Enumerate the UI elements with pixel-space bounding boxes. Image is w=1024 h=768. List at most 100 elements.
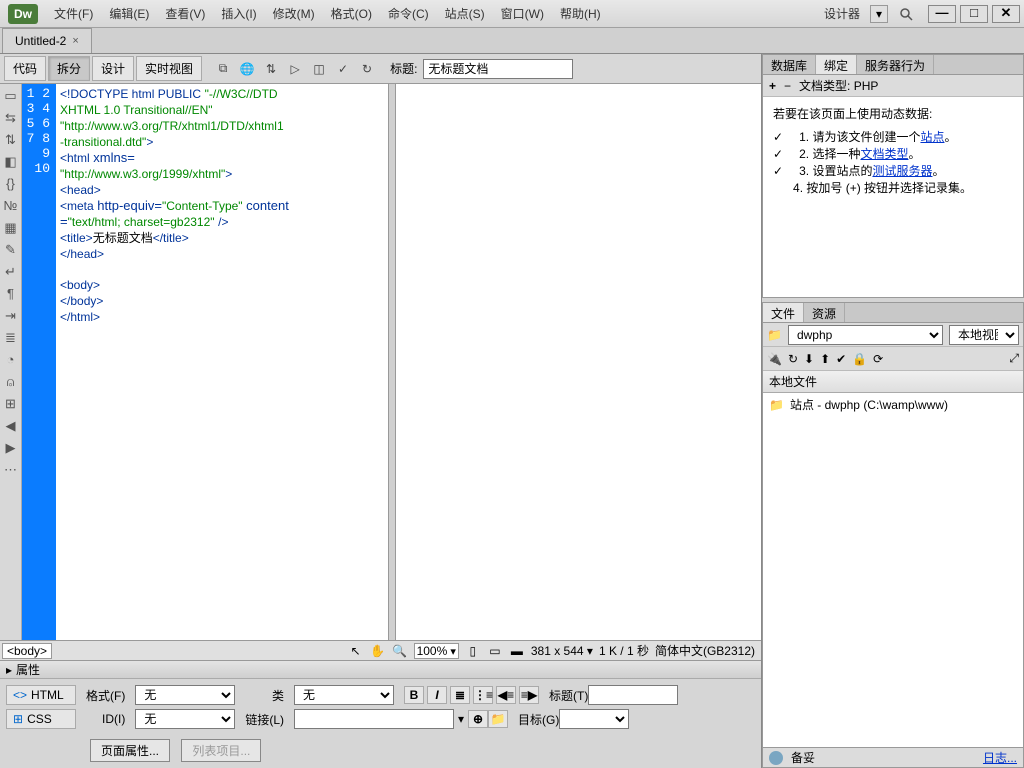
- get-files-icon[interactable]: ⬇: [804, 352, 814, 366]
- design-view-button[interactable]: 设计: [92, 56, 134, 81]
- close-tab-icon[interactable]: ×: [72, 35, 78, 47]
- target-select[interactable]: [559, 709, 629, 729]
- title-attr-input[interactable]: [588, 685, 678, 705]
- hidden-chars-icon[interactable]: ¶: [3, 286, 19, 302]
- line-numbers-icon[interactable]: №: [3, 198, 19, 214]
- testserver-link[interactable]: 测试服务器: [872, 164, 932, 178]
- put-files-icon[interactable]: ⬆: [820, 352, 830, 366]
- indent-left-icon[interactable]: ◀: [3, 418, 19, 434]
- ol-button[interactable]: ⋮≡: [473, 686, 493, 704]
- class-select[interactable]: 无: [294, 685, 394, 705]
- design-pane[interactable]: [396, 84, 762, 640]
- menu-insert[interactable]: 插入(I): [213, 5, 264, 22]
- html-mode-button[interactable]: <>HTML: [6, 685, 76, 705]
- comment-icon[interactable]: ⍝: [3, 374, 19, 390]
- outdent-button[interactable]: ◀≡: [496, 686, 516, 704]
- collapse-icon[interactable]: ⇆: [3, 110, 19, 126]
- browse-folder-icon[interactable]: 📁: [488, 710, 508, 728]
- open-doc-icon[interactable]: ▭: [3, 88, 19, 104]
- close-button[interactable]: ✕: [992, 5, 1020, 23]
- sync-icon[interactable]: ⟳: [873, 352, 883, 366]
- tablet-preview-icon[interactable]: ▭: [487, 644, 503, 658]
- id-select[interactable]: 无: [135, 709, 235, 729]
- zoom-select[interactable]: 100% ▾: [414, 643, 459, 659]
- auto-indent-icon[interactable]: ⇥: [3, 308, 19, 324]
- italic-button[interactable]: I: [427, 686, 447, 704]
- format-icon[interactable]: ⊞: [3, 396, 19, 412]
- site-root-row[interactable]: 📁 站点 - dwphp (C:\wamp\www): [763, 393, 1023, 416]
- layout-designer-label[interactable]: 设计器: [814, 5, 870, 22]
- tab-bindings[interactable]: 绑定: [816, 55, 857, 74]
- bold-button[interactable]: B: [404, 686, 424, 704]
- zoom-tool-icon[interactable]: 🔍: [392, 644, 408, 658]
- code-content[interactable]: <!DOCTYPE html PUBLIC "-//W3C//DTD XHTML…: [56, 84, 388, 640]
- snippet-icon[interactable]: ≣: [3, 330, 19, 346]
- ul-button[interactable]: ≣: [450, 686, 470, 704]
- layout-dropdown-icon[interactable]: ▾: [870, 5, 888, 23]
- file-list-header[interactable]: 本地文件: [763, 371, 1023, 393]
- inspect-icon[interactable]: ⧉: [212, 59, 234, 79]
- tab-files[interactable]: 文件: [763, 303, 804, 322]
- menu-file[interactable]: 文件(F): [46, 5, 101, 22]
- hand-icon[interactable]: ✋: [370, 644, 386, 658]
- menu-window[interactable]: 窗口(W): [493, 5, 552, 22]
- refresh-files-icon[interactable]: ↻: [788, 352, 798, 366]
- menu-modify[interactable]: 修改(M): [265, 5, 323, 22]
- css-mode-button[interactable]: ⊞CSS: [6, 709, 76, 729]
- tab-database[interactable]: 数据库: [763, 55, 816, 74]
- format-select[interactable]: 无: [135, 685, 235, 705]
- menu-view[interactable]: 查看(V): [157, 5, 213, 22]
- validate-icon[interactable]: ✓: [332, 59, 354, 79]
- tag-selector[interactable]: <body>: [2, 643, 52, 659]
- file-manage-icon[interactable]: ⇅: [260, 59, 282, 79]
- refresh2-icon[interactable]: ↻: [356, 59, 378, 79]
- search-icon[interactable]: [894, 4, 918, 24]
- word-wrap-icon[interactable]: ↵: [3, 264, 19, 280]
- site-link[interactable]: 站点: [920, 130, 944, 144]
- indent-button[interactable]: ≡▶: [519, 686, 539, 704]
- link-input[interactable]: [294, 709, 454, 729]
- doctype-link[interactable]: 文档类型: [860, 147, 908, 161]
- highlight-icon[interactable]: ▦: [3, 220, 19, 236]
- expand-icon[interactable]: ⇅: [3, 132, 19, 148]
- browser-preview-icon[interactable]: 🌐: [236, 59, 258, 79]
- file-list[interactable]: 本地文件 📁 站点 - dwphp (C:\wamp\www): [763, 371, 1023, 747]
- split-divider[interactable]: [388, 84, 396, 640]
- menu-edit[interactable]: 编辑(E): [101, 5, 157, 22]
- balance-icon[interactable]: {}: [3, 176, 19, 192]
- code-editor[interactable]: 1 2 3 4 5 6 7 8 9 10 <!DOCTYPE html PUBL…: [22, 84, 388, 640]
- maximize-button[interactable]: □: [960, 5, 988, 23]
- options-icon[interactable]: ◫: [308, 59, 330, 79]
- checkout-icon[interactable]: ✔: [836, 352, 846, 366]
- live-view-button[interactable]: 实时视图: [136, 56, 202, 81]
- document-tab[interactable]: Untitled-2 ×: [2, 28, 92, 53]
- menu-site[interactable]: 站点(S): [437, 5, 493, 22]
- expand-files-icon[interactable]: ⤢: [1009, 351, 1019, 366]
- select-parent-icon[interactable]: ◧: [3, 154, 19, 170]
- more-icon[interactable]: ⋯: [3, 462, 19, 478]
- page-properties-button[interactable]: 页面属性...: [90, 739, 170, 762]
- connect-icon[interactable]: 🔌: [767, 352, 782, 366]
- log-link[interactable]: 日志...: [983, 749, 1017, 766]
- split-view-button[interactable]: 拆分: [48, 56, 90, 81]
- desktop-preview-icon[interactable]: ▬: [509, 644, 525, 658]
- minimize-button[interactable]: —: [928, 5, 956, 23]
- tab-server-behaviors[interactable]: 服务器行为: [857, 55, 934, 74]
- properties-header[interactable]: ▸属性: [0, 661, 761, 679]
- code-view-button[interactable]: 代码: [4, 56, 46, 81]
- list-items-button[interactable]: 列表项目...: [181, 739, 261, 762]
- recent-icon[interactable]: ◔: [3, 352, 19, 368]
- checkin-icon[interactable]: 🔒: [852, 352, 867, 366]
- refresh-icon[interactable]: ▷: [284, 59, 306, 79]
- add-binding-button[interactable]: +: [769, 79, 776, 93]
- remove-binding-button[interactable]: −: [784, 79, 791, 93]
- phone-preview-icon[interactable]: ▯: [465, 644, 481, 658]
- menu-commands[interactable]: 命令(C): [380, 5, 437, 22]
- pointer-icon[interactable]: ↖: [348, 644, 364, 658]
- menu-format[interactable]: 格式(O): [323, 5, 380, 22]
- title-input[interactable]: [423, 59, 573, 79]
- menu-help[interactable]: 帮助(H): [552, 5, 609, 22]
- point-to-file-icon[interactable]: ⊕: [468, 710, 488, 728]
- indent-right-icon[interactable]: ▶: [3, 440, 19, 456]
- syntax-icon[interactable]: ✎: [3, 242, 19, 258]
